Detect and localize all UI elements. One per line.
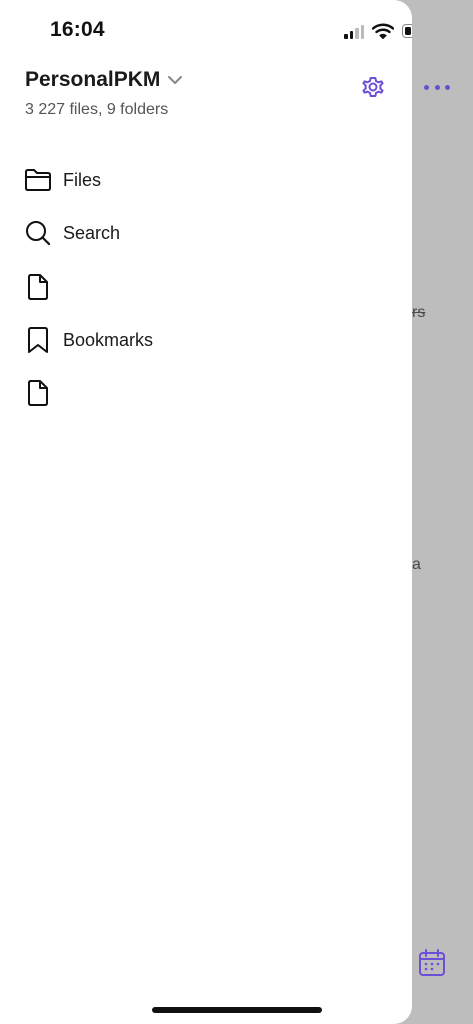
menu-item-bookmarks[interactable]: Bookmarks [0,315,412,365]
menu-item-label: Search [63,222,121,243]
search-icon [24,219,52,247]
file-icon [24,379,52,407]
calendar-icon[interactable] [418,948,446,978]
background-text-fragment: rs [412,304,426,321]
status-time: 16:04 [50,18,105,41]
gear-icon [362,76,384,98]
wifi-icon [372,23,394,39]
status-icons [344,20,412,42]
home-indicator[interactable] [152,1007,322,1013]
more-options-icon[interactable] [424,80,450,94]
menu-item-file[interactable] [0,262,412,312]
menu-item-file[interactable] [0,368,412,418]
battery-icon [402,24,412,38]
vault-name: PersonalPKM [25,68,161,91]
vault-drawer: 16:04 PersonalPKM 3 227 files, 9 folders [0,0,412,1024]
settings-button[interactable] [358,72,388,102]
menu-item-search[interactable]: Search [0,208,412,258]
vault-switcher[interactable]: PersonalPKM [25,68,184,92]
menu-item-files[interactable]: Files [0,155,412,205]
bookmark-icon [24,326,52,354]
cellular-signal-icon [344,23,364,39]
file-icon [24,273,52,301]
background-text-fragment: a [412,556,421,573]
menu-item-label: Files [63,169,102,190]
vault-stats: 3 227 files, 9 folders [25,101,169,118]
chevron-down-icon [168,76,183,84]
folder-icon [24,166,52,194]
menu-item-label: Bookmarks [63,329,154,350]
